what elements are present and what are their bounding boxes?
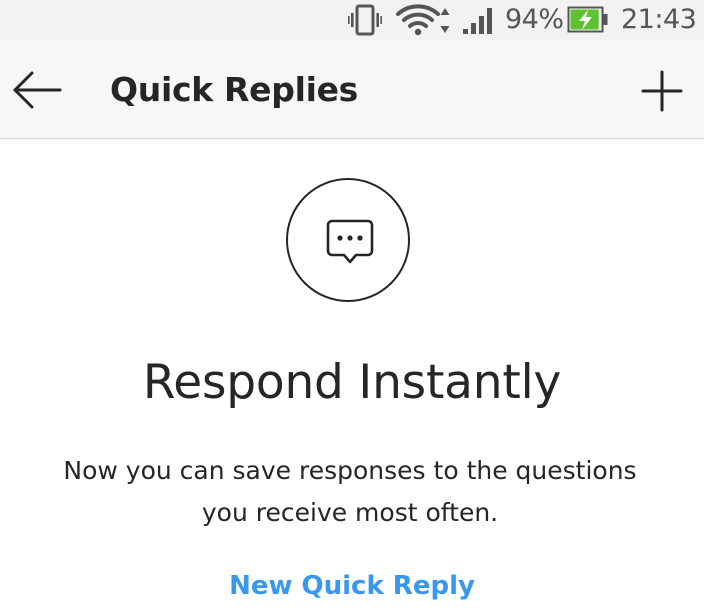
empty-state-icon-circle	[286, 178, 410, 302]
chat-bubble-ellipsis-icon	[326, 219, 374, 264]
page-title: Quick Replies	[110, 70, 359, 109]
status-bar: 94% 21:43	[0, 0, 704, 40]
battery-charging-icon	[567, 6, 608, 33]
plus-icon	[641, 70, 683, 112]
vibrate-icon	[348, 4, 382, 36]
screen: 94% 21:43 Quick Replies Respond Instantl…	[0, 0, 704, 612]
new-quick-reply-link[interactable]: New Quick Reply	[0, 566, 704, 606]
wifi-icon	[396, 4, 450, 36]
add-quick-reply-button[interactable]	[636, 66, 688, 116]
battery-percent: 94%	[505, 4, 564, 35]
clock: 21:43	[621, 4, 697, 35]
empty-state-description: Now you can save responses to the questi…	[63, 456, 637, 527]
back-button[interactable]	[8, 66, 66, 114]
header-bar: Quick Replies	[0, 40, 704, 139]
empty-state-heading: Respond Instantly	[142, 355, 562, 410]
arrow-left-icon	[13, 71, 62, 109]
signal-icon	[463, 8, 492, 34]
